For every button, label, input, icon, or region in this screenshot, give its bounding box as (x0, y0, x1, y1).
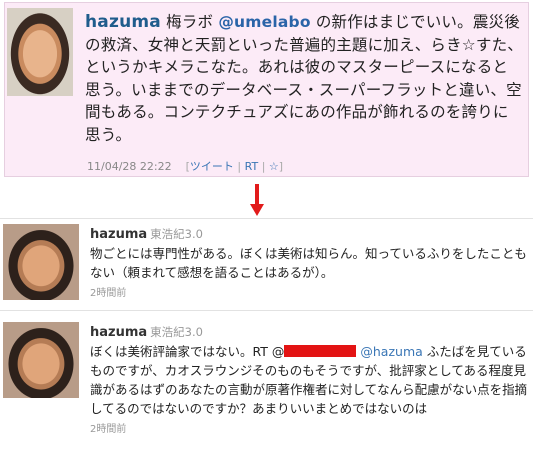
timestamp[interactable]: 2時間前 (90, 420, 530, 439)
mention-link[interactable]: @hazuma (360, 344, 422, 359)
tweet-meta: 11/04/28 22:22 [ツイート | RT | ☆] (87, 160, 284, 173)
full-name: 東浩紀3.0 (150, 227, 203, 241)
full-name: 東浩紀3.0 (150, 325, 203, 339)
list-item: hazuma 東浩紀3.0 物ごとには専門性がある。ぼくは美術は知らん。知っている… (0, 224, 533, 308)
avatar[interactable] (3, 224, 79, 300)
list-item: hazuma 東浩紀3.0 ぼくは美術評論家ではない。RT @ @hazuma ふ… (0, 322, 533, 462)
username-link[interactable]: hazuma (85, 12, 161, 32)
tweet-text: hazuma 梅ラボ @umelabo の新作はまじでいい。震災後の救済、女神と… (85, 11, 523, 146)
tweet-button[interactable]: ツイート (190, 160, 234, 173)
tweet-text: 物ごとには専門性がある。ぼくは美術は知らん。知っているふりをしたこともない（頼ま… (90, 246, 527, 280)
redaction-bar (284, 345, 357, 357)
retweet-button[interactable]: RT (245, 160, 259, 173)
username-link[interactable]: hazuma (90, 227, 147, 242)
divider (0, 310, 533, 311)
mention-link[interactable]: @umelabo (218, 13, 310, 31)
avatar[interactable] (3, 322, 79, 398)
tweet-text-prefix: 梅ラボ (166, 13, 214, 31)
tweet-text-body: の新作はまじでいい。震災後の救済、女神と天罰といった普遍的主題に加え、らき☆すた… (85, 13, 523, 144)
divider (0, 218, 533, 219)
timestamp[interactable]: 11/04/28 22:22 (87, 160, 172, 173)
avatar[interactable] (7, 8, 73, 96)
favorite-button[interactable]: ☆ (269, 160, 279, 173)
tweet-text-prefix: ぼくは美術評論家ではない。RT @ (90, 344, 285, 359)
username-link[interactable]: hazuma (90, 325, 147, 340)
down-arrow-icon (250, 184, 264, 218)
featured-tweet: hazuma 梅ラボ @umelabo の新作はまじでいい。震災後の救済、女神と… (4, 2, 529, 177)
timestamp[interactable]: 2時間前 (90, 284, 530, 303)
